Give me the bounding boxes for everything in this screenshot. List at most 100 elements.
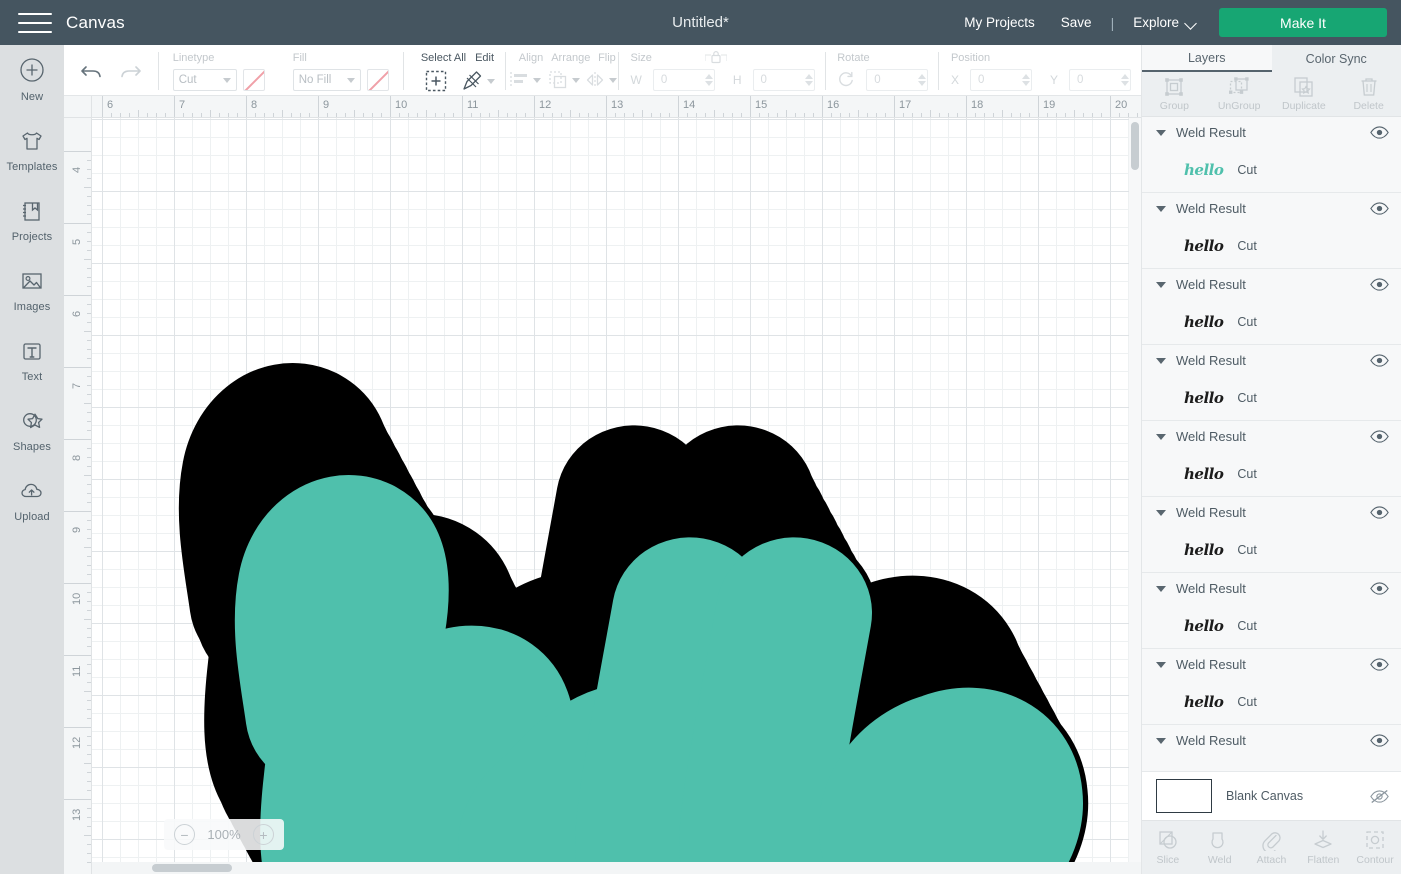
layer-item[interactable]: helloCut: [1142, 604, 1401, 648]
layers-list[interactable]: Weld Result hello Cut Weld Result hello Cut We…: [1142, 117, 1401, 771]
minus-circle-icon[interactable]: −: [174, 824, 195, 845]
eye-icon[interactable]: [1370, 354, 1389, 367]
layer-header[interactable]: Weld Result: [1142, 573, 1401, 604]
weld-button[interactable]: Weld: [1194, 829, 1246, 866]
edit-button[interactable]: Edit: [458, 45, 498, 93]
layer-item[interactable]: helloCut: [1142, 680, 1401, 724]
layer-header[interactable]: Weld Result: [1142, 497, 1401, 528]
save-button[interactable]: Save: [1048, 15, 1105, 30]
eye-icon[interactable]: [1370, 430, 1389, 443]
layer-item[interactable]: hello Cut: [1142, 452, 1401, 496]
caret-down-icon[interactable]: [1156, 205, 1166, 212]
flatten-button[interactable]: Flatten: [1297, 829, 1349, 866]
caret-down-icon[interactable]: [1156, 737, 1166, 744]
contour-button[interactable]: Contour: [1349, 829, 1401, 866]
my-projects-link[interactable]: My Projects: [951, 15, 1048, 30]
sidebar-item-projects[interactable]: Projects: [0, 185, 64, 255]
eye-icon[interactable]: [1370, 582, 1389, 595]
caret-down-icon[interactable]: [1156, 509, 1166, 516]
fill-color-swatch[interactable]: [366, 69, 389, 91]
undo-arrow-icon[interactable]: [80, 60, 104, 82]
height-stepper[interactable]: [804, 74, 813, 86]
layer-header[interactable]: Weld Result: [1142, 117, 1401, 148]
fill-select[interactable]: No Fill: [292, 69, 361, 91]
duplicate-button[interactable]: Duplicate: [1272, 72, 1337, 116]
caret-down-icon[interactable]: [1156, 433, 1166, 440]
picture-icon: [22, 273, 42, 289]
layer-operation: Cut: [1237, 467, 1257, 481]
tab-layers[interactable]: Layers: [1142, 45, 1272, 72]
vertical-scrollbar-thumb[interactable]: [1131, 122, 1139, 170]
layer-header[interactable]: Weld Result: [1142, 345, 1401, 376]
redo-arrow-icon[interactable]: [118, 60, 142, 82]
caret-down-icon[interactable]: [1156, 661, 1166, 668]
sidebar-item-images[interactable]: Images: [0, 255, 64, 325]
ruler-major-tick: [822, 96, 823, 117]
caret-down-icon[interactable]: [1156, 357, 1166, 364]
blank-canvas-row[interactable]: Blank Canvas: [1142, 771, 1401, 821]
caret-down-icon[interactable]: [1156, 129, 1166, 136]
group-button[interactable]: Group: [1142, 72, 1207, 116]
tab-color-sync[interactable]: Color Sync: [1272, 45, 1401, 72]
sidebar-item-upload[interactable]: Upload: [0, 465, 64, 535]
sidebar-item-templates[interactable]: Templates: [0, 115, 64, 185]
attach-button[interactable]: Attach: [1246, 829, 1298, 866]
layer-header[interactable]: Weld Result: [1142, 725, 1401, 756]
layer-item[interactable]: helloCut: [1142, 528, 1401, 572]
eye-icon[interactable]: [1370, 126, 1389, 139]
eye-icon[interactable]: [1370, 658, 1389, 671]
layer-item[interactable]: helloCut: [1142, 300, 1401, 344]
sidebar-item-label: Projects: [11, 231, 53, 243]
align-button[interactable]: Align: [506, 45, 543, 91]
eye-icon[interactable]: [1370, 202, 1389, 215]
ruler-label: 4: [71, 166, 83, 173]
layer-header[interactable]: Weld Result: [1142, 269, 1401, 300]
hamburger-icon[interactable]: [18, 11, 52, 35]
ruler-minor-tick: [87, 241, 91, 242]
layer-header[interactable]: Weld Result: [1142, 421, 1401, 452]
sidebar-item-text[interactable]: Text: [0, 325, 64, 395]
explore-dropdown[interactable]: Explore: [1120, 15, 1207, 30]
caret-down-icon[interactable]: [1156, 585, 1166, 592]
delete-button[interactable]: Delete: [1336, 72, 1401, 116]
eye-icon[interactable]: [1370, 506, 1389, 519]
flip-button[interactable]: Flip: [584, 45, 618, 91]
layer-header[interactable]: Weld Result: [1142, 649, 1401, 680]
layer-title: Weld Result: [1176, 353, 1246, 368]
layer-header[interactable]: Weld Result: [1142, 193, 1401, 224]
canvas-area[interactable]: 6 7 8 9 10 11 12 13 14 15 16 17 18 19 20 4 5 6 7 8 9 10 11 12 1…: [64, 96, 1141, 874]
linetype-select[interactable]: Cut: [172, 69, 237, 91]
sidebar-item-shapes[interactable]: Shapes: [0, 395, 64, 465]
ungroup-button[interactable]: UnGroup: [1207, 72, 1272, 116]
eye-icon[interactable]: [1370, 734, 1389, 747]
sidebar-item-new[interactable]: New: [0, 45, 64, 115]
x-stepper[interactable]: [1021, 74, 1030, 86]
horizontal-scrollbar-thumb[interactable]: [152, 864, 232, 872]
layer-thumbnail: hello: [1184, 465, 1224, 483]
ruler-minor-tick: [87, 268, 91, 269]
lock-icon[interactable]: [704, 50, 727, 64]
ruler-minor-tick: [903, 113, 904, 117]
vertical-scrollbar[interactable]: [1129, 118, 1141, 862]
caret-down-icon[interactable]: [1156, 281, 1166, 288]
rotate-stepper[interactable]: [918, 74, 927, 86]
linetype-color-swatch[interactable]: [242, 69, 265, 91]
ruler-minor-tick: [1119, 113, 1120, 117]
layer-item[interactable]: helloCut: [1142, 224, 1401, 268]
select-all-button[interactable]: Select All: [413, 45, 466, 93]
layer-item[interactable]: helloCut: [1142, 376, 1401, 420]
layer-item[interactable]: helloCut: [1142, 148, 1401, 192]
ruler-minor-tick: [561, 113, 562, 117]
eye-slash-icon[interactable]: [1370, 789, 1389, 803]
width-stepper[interactable]: [704, 74, 713, 86]
make-it-button[interactable]: Make It: [1219, 8, 1387, 37]
plus-circle-icon[interactable]: +: [253, 824, 274, 845]
layer-item[interactable]: helloCut: [1142, 756, 1401, 771]
eye-icon[interactable]: [1370, 278, 1389, 291]
horizontal-scrollbar[interactable]: [92, 862, 1141, 874]
y-stepper[interactable]: [1121, 74, 1129, 86]
ruler-major-tick: [966, 96, 967, 117]
arrange-button[interactable]: Arrange: [543, 45, 590, 91]
ruler-label: 7: [71, 382, 83, 389]
slice-button[interactable]: Slice: [1142, 829, 1194, 866]
